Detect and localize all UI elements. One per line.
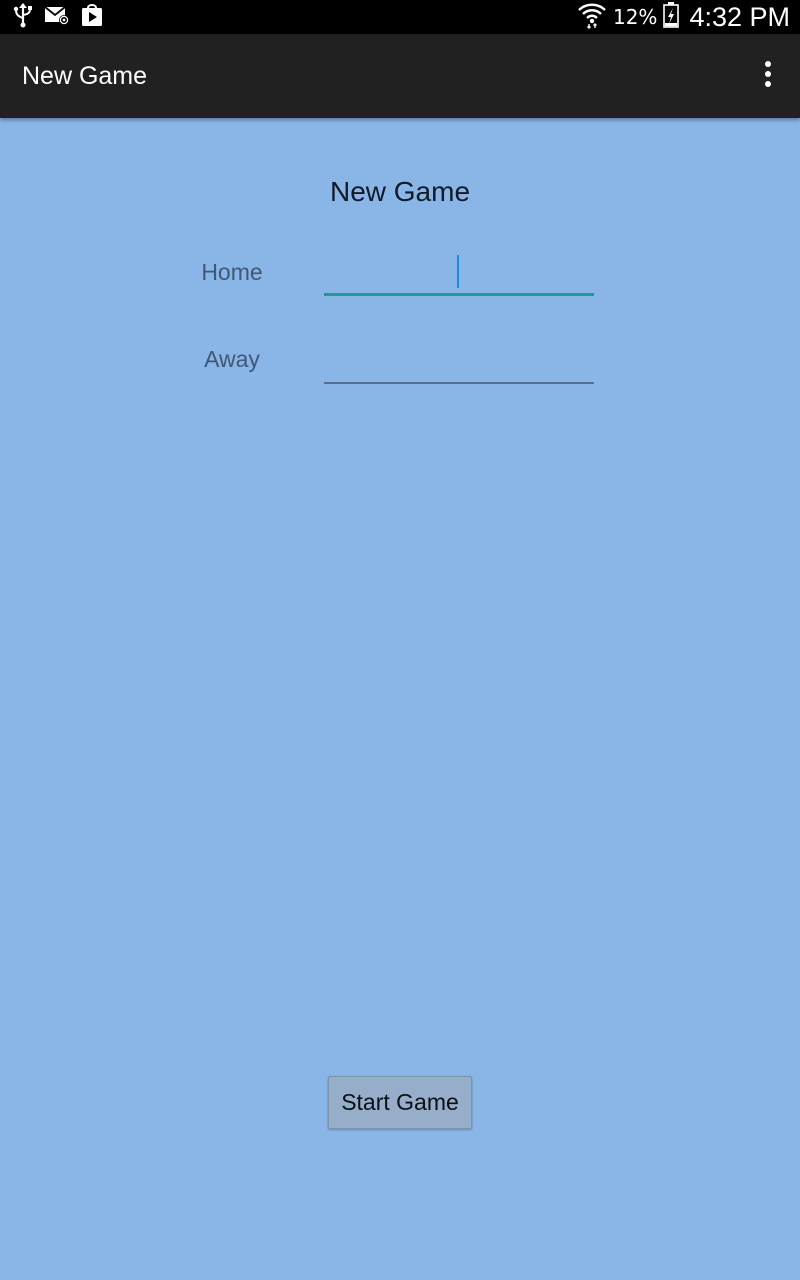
form-title: New Game <box>329 176 471 207</box>
play-store-icon <box>80 3 104 31</box>
start-game-button[interactable]: Start Game <box>328 1076 472 1129</box>
battery-charging-icon <box>663 2 680 32</box>
home-label: Home <box>201 259 263 285</box>
overflow-menu-button[interactable] <box>752 56 784 96</box>
new-game-screen: 12% 4:32 PM New Game New Game Home Away … <box>0 0 800 1280</box>
action-bar-title: New Game <box>22 62 148 90</box>
action-bar: New Game <box>0 34 800 118</box>
home-team-input[interactable] <box>324 256 594 296</box>
status-bar: 12% 4:32 PM <box>0 0 800 34</box>
notification-icons <box>12 2 104 32</box>
away-team-input[interactable] <box>324 344 594 384</box>
wifi-icon <box>577 1 607 33</box>
system-status: 12% 4:32 PM <box>577 0 790 34</box>
usb-icon <box>12 2 34 32</box>
battery-percent: 12% <box>612 5 658 29</box>
status-clock: 4:32 PM <box>689 1 790 32</box>
text-cursor <box>457 255 459 288</box>
email-icon <box>44 4 70 30</box>
away-label: Away <box>204 346 260 372</box>
overflow-menu-icon <box>764 61 772 91</box>
